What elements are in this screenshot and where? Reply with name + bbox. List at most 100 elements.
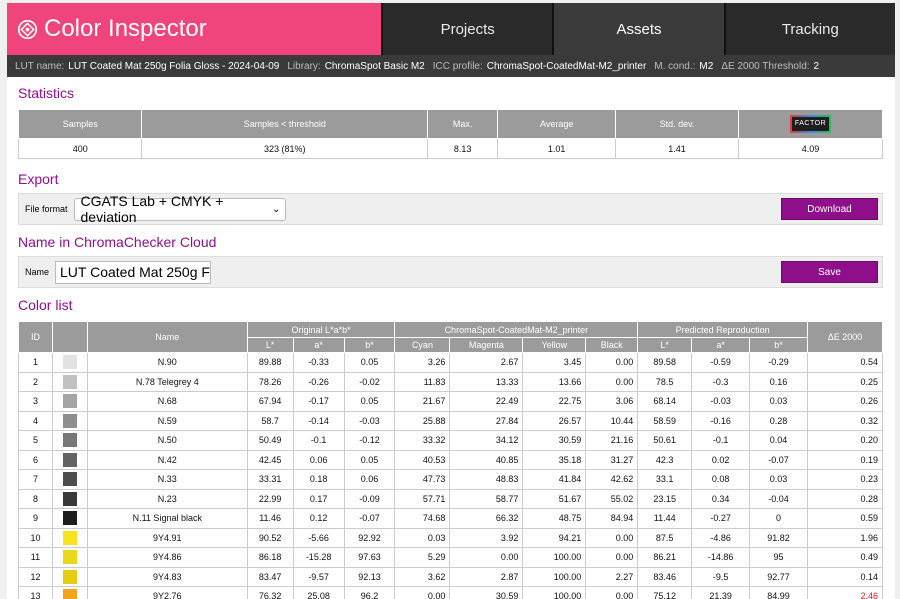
cell-y: 48.75 xyxy=(522,508,587,529)
cell-de: 0.32 xyxy=(807,410,883,431)
cell-m: 48.83 xyxy=(449,469,524,490)
table-row[interactable]: 5 N.50 50.49 -0.1 -0.12 33.32 34.12 30.59 21.16 5… xyxy=(18,430,883,451)
stats-header-max: Max. xyxy=(426,109,499,139)
threshold-value: 2 xyxy=(813,60,820,72)
color-swatch xyxy=(62,472,77,487)
cell-pl: 89.58 xyxy=(637,352,693,373)
color-list-body: 1 N.90 89.88 -0.33 0.05 3.26 2.67 3.45 0.00 89.58… xyxy=(18,352,883,599)
cell-name: N.90 xyxy=(86,352,248,373)
table-row[interactable]: 8 N.23 22.99 0.17 -0.09 57.71 58.77 51.67 55.02 2… xyxy=(18,488,883,509)
cell-id: 11 xyxy=(18,547,53,568)
file-format-select[interactable]: CGATS Lab + CMYK + deviation ⌄ xyxy=(73,193,286,225)
cell-l: 33.31 xyxy=(246,469,294,490)
cell-m: 27.84 xyxy=(449,410,524,431)
table-row[interactable]: 9 N.11 Signal black 11.46 0.12 -0.07 74.68 66.… xyxy=(18,508,883,529)
download-button[interactable]: Download xyxy=(781,198,878,220)
cell-y: 94.21 xyxy=(522,527,587,548)
cell-l: 11.46 xyxy=(246,508,294,529)
table-row[interactable]: 3 N.68 67.94 -0.17 0.05 21.67 22.49 22.75 3.06 68… xyxy=(18,391,883,412)
cell-c: 47.73 xyxy=(394,469,451,490)
cell-pl: 83.46 xyxy=(637,566,693,587)
cell-m: 2.87 xyxy=(449,566,524,587)
table-row[interactable]: 13 9Y2.76 76.32 25.08 96.2 0.00 30.59 100.00 0.0… xyxy=(18,586,883,599)
cell-b: -0.12 xyxy=(343,430,396,451)
cell-name: N.50 xyxy=(86,430,248,451)
cell-pl: 86.21 xyxy=(637,547,693,568)
cell-l: 76.32 xyxy=(246,586,294,599)
table-row[interactable]: 11 9Y4.86 86.18 -15.28 97.63 5.29 0.00 100.00 0.… xyxy=(18,547,883,568)
cell-k: 2.27 xyxy=(585,566,639,587)
cell-name: N.59 xyxy=(86,410,248,431)
cell-c: 0.03 xyxy=(394,527,451,548)
cell-l: 42.45 xyxy=(246,449,294,470)
m-cond-label: M. cond.: xyxy=(654,60,696,72)
table-row[interactable]: 1 N.90 89.88 -0.33 0.05 3.26 2.67 3.45 0.00 89.58… xyxy=(18,352,883,373)
table-row[interactable]: 4 N.59 58.7 -0.14 -0.03 25.88 27.84 26.57 10.44 5… xyxy=(18,410,883,431)
save-button[interactable]: Save xyxy=(781,261,878,283)
cell-pl: 33.1 xyxy=(637,469,693,490)
table-row[interactable]: 7 N.33 33.31 0.18 0.06 47.73 48.83 41.84 42.62 33… xyxy=(18,469,883,490)
cell-k: 0.00 xyxy=(585,547,639,568)
tab-projects[interactable]: Projects xyxy=(381,3,552,55)
cell-pa: -0.03 xyxy=(691,391,751,412)
tab-tracking[interactable]: Tracking xyxy=(723,3,895,55)
cell-name: 9Y4.91 xyxy=(86,527,248,548)
cell-b: 97.63 xyxy=(343,547,396,568)
color-swatch-cell xyxy=(51,508,88,529)
cell-k: 3.06 xyxy=(585,391,639,412)
tab-assets[interactable]: Assets xyxy=(552,3,724,55)
statistics-title: Statistics xyxy=(18,85,75,101)
cell-b: 92.92 xyxy=(343,527,396,548)
cell-id: 1 xyxy=(18,352,53,373)
color-inspector-app: Color Inspector Projects Assets Tracking… xyxy=(7,3,895,599)
table-row[interactable]: 6 N.42 42.45 0.06 0.05 40.53 40.85 35.18 31.27 42… xyxy=(18,449,883,470)
cell-pa: -0.59 xyxy=(691,352,751,373)
cell-name: N.42 xyxy=(86,449,248,470)
m-cond-value: M2 xyxy=(699,60,714,72)
cell-id: 3 xyxy=(18,391,53,412)
cell-de: 0.19 xyxy=(807,449,883,470)
cell-k: 84.94 xyxy=(585,508,639,529)
stats-samples: 400 xyxy=(17,138,143,159)
color-swatch xyxy=(62,550,77,565)
cell-de: 0.14 xyxy=(807,566,883,587)
cell-y: 13.66 xyxy=(522,371,587,392)
cell-y: 51.67 xyxy=(522,488,587,509)
cell-b: -0.07 xyxy=(343,508,396,529)
cell-l: 90.52 xyxy=(246,527,294,548)
col-pred-b: b* xyxy=(749,337,809,353)
cell-de: 0.49 xyxy=(807,547,883,568)
cell-m: 58.77 xyxy=(449,488,524,509)
cell-de: 0.20 xyxy=(807,430,883,451)
cell-pb: 0.03 xyxy=(749,469,809,490)
table-row[interactable]: 2 N.78 Telegrey 4 78.26 -0.26 -0.02 11.83 13.3… xyxy=(18,371,883,392)
cell-a: -0.26 xyxy=(292,371,345,392)
cell-m: 66.32 xyxy=(449,508,524,529)
col-yellow: Yellow xyxy=(522,337,587,353)
cell-pl: 50.61 xyxy=(637,430,693,451)
table-row[interactable]: 12 9Y4.83 83.47 -9.57 92.13 3.62 2.87 100.00 2.2… xyxy=(18,566,883,587)
table-row[interactable]: 10 9Y4.91 90.52 -5.66 92.92 0.03 3.92 94.21 0.00… xyxy=(18,527,883,548)
cell-pl: 58.59 xyxy=(637,410,693,431)
file-format-selected: CGATS Lab + CMYK + deviation xyxy=(80,193,224,225)
cell-pb: 0.04 xyxy=(749,430,809,451)
cell-id: 4 xyxy=(18,410,53,431)
cell-pl: 68.14 xyxy=(637,391,693,412)
col-group-cmyk: ChromaSpot-CoatedMat-M2_printer xyxy=(394,321,639,338)
cell-c: 33.32 xyxy=(394,430,451,451)
cell-de: 0.26 xyxy=(807,391,883,412)
cell-pb: 92.77 xyxy=(749,566,809,587)
cell-b: 0.05 xyxy=(343,449,396,470)
cell-c: 11.83 xyxy=(394,371,451,392)
cell-b: 0.06 xyxy=(343,469,396,490)
color-swatch-cell xyxy=(51,527,88,548)
name-label: Name xyxy=(25,267,50,277)
cell-pa: 0.34 xyxy=(691,488,751,509)
cell-pl: 78.5 xyxy=(637,371,693,392)
name-input[interactable]: LUT Coated Mat 250g Fol xyxy=(55,260,212,284)
icc-profile-label: ICC profile: xyxy=(432,60,483,72)
color-list-title: Color list xyxy=(18,297,73,313)
cell-l: 78.26 xyxy=(246,371,294,392)
cell-y: 100.00 xyxy=(522,586,587,599)
col-magenta: Magenta xyxy=(449,337,524,353)
